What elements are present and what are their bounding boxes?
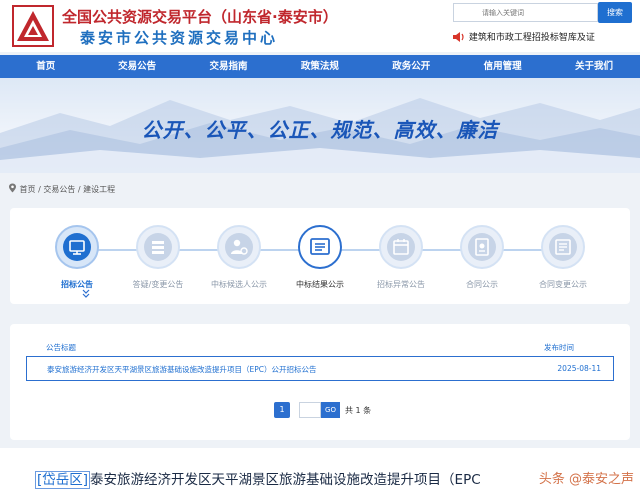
step-circle: [460, 225, 504, 269]
site-subtitle: 泰安市公共资源交易中心: [80, 29, 279, 47]
main-nav: 首页 交易公告 交易指南 政策法规 政务公开 信用管理 关于我们: [0, 55, 640, 78]
person-icon: [231, 239, 248, 255]
nav-item-about[interactable]: 关于我们: [548, 55, 639, 78]
announcement-date: 2025-08-11: [557, 364, 601, 373]
detail-headline: [岱岳区] 泰安旅游经济开发区天平湖景区旅游基础设施改造提升项目（EPC: [35, 468, 481, 489]
search-input[interactable]: [453, 3, 598, 22]
step-circle: [298, 225, 342, 269]
step-award-result[interactable]: 中标结果公示: [280, 225, 360, 290]
step-circle: [379, 225, 423, 269]
total-count: 共 1 条: [345, 406, 372, 415]
step-label: 中标结果公示: [296, 280, 344, 289]
column-header-title: 公告标题: [46, 343, 76, 352]
document-icon: [555, 239, 571, 255]
headline-text: 泰安旅游经济开发区天平湖景区旅游基础设施改造提升项目（EPC: [90, 472, 481, 488]
step-label: 答疑/变更公告: [132, 280, 184, 289]
step-exception[interactable]: 招标异常公告: [361, 225, 441, 290]
announcement-title-link[interactable]: 泰安旅游经济开发区天平湖景区旅游基础设施改造提升项目（EPC）公开招标公告: [47, 364, 317, 375]
search-button[interactable]: 搜索: [598, 2, 632, 23]
step-circle: [136, 225, 180, 269]
monitor-icon: [69, 240, 85, 255]
step-label: 合同变更公示: [539, 280, 587, 289]
site-title: 全国公共资源交易平台（山东省·泰安市）: [62, 8, 338, 26]
table-row[interactable]: 泰安旅游经济开发区天平湖景区旅游基础设施改造提升项目（EPC）公开招标公告 20…: [26, 356, 614, 381]
nav-item-guide[interactable]: 交易指南: [183, 55, 274, 78]
nav-item-credit[interactable]: 信用管理: [457, 55, 548, 78]
layers-icon: [152, 241, 164, 254]
location-pin-icon: [9, 183, 16, 193]
nav-item-policies[interactable]: 政策法规: [274, 55, 365, 78]
list-icon: [310, 238, 330, 255]
banner-slogan: 公开、公平、公正、规范、高效、廉洁: [141, 118, 499, 142]
step-label: 合同公示: [466, 280, 498, 289]
nav-item-notices[interactable]: 交易公告: [91, 55, 182, 78]
site-header: 全国公共资源交易平台（山东省·泰安市） 泰安市公共资源交易中心 搜索 建筑和市政…: [0, 0, 640, 52]
step-circle: [55, 225, 99, 269]
announcement-type-steps: 招标公告 答疑/变更公告 中标候选人公示 中标结果公示 招标异常公告 合同公示 …: [10, 208, 630, 304]
breadcrumb-text[interactable]: 首页 / 交易公告 / 建设工程: [20, 185, 116, 194]
site-logo[interactable]: [12, 5, 54, 47]
step-candidates[interactable]: 中标候选人公示: [199, 225, 279, 290]
speaker-icon: [453, 31, 464, 42]
contract-icon: [475, 238, 489, 256]
breadcrumb: 首页 / 交易公告 / 建设工程: [8, 183, 115, 195]
step-label: 招标公告: [61, 280, 93, 289]
announcement-marquee[interactable]: 建筑和市政工程招投标智库及证: [452, 30, 640, 46]
chevron-down-icon: [82, 289, 90, 298]
calendar-icon: [393, 239, 409, 255]
page-jump-input[interactable]: [299, 402, 321, 418]
announcement-table: 公告标题 发布时间 泰安旅游经济开发区天平湖景区旅游基础设施改造提升项目（EPC…: [10, 324, 630, 440]
step-qa-change[interactable]: 答疑/变更公告: [118, 225, 198, 290]
marquee-text: 建筑和市政工程招投标智库及证: [468, 33, 595, 43]
watermark: 头条 @泰安之声: [538, 472, 634, 487]
step-contract-change[interactable]: 合同变更公示: [523, 225, 603, 290]
step-label: 招标异常公告: [377, 280, 425, 289]
nav-item-home[interactable]: 首页: [0, 55, 91, 78]
nav-item-affairs[interactable]: 政务公开: [366, 55, 457, 78]
step-contract[interactable]: 合同公示: [442, 225, 522, 290]
district-tag: [岱岳区]: [35, 471, 91, 489]
step-bid-notice[interactable]: 招标公告: [37, 225, 117, 290]
hero-banner: 公开、公平、公正、规范、高效、廉洁: [0, 78, 640, 173]
detail-headline-area: [岱岳区] 泰安旅游经济开发区天平湖景区旅游基础设施改造提升项目（EPC 头条 @…: [0, 448, 640, 500]
column-header-date: 发布时间: [544, 343, 574, 352]
step-circle: [217, 225, 261, 269]
step-label: 中标候选人公示: [211, 280, 267, 289]
step-circle: [541, 225, 585, 269]
page-button-current[interactable]: 1: [274, 402, 290, 418]
page-go-button[interactable]: GO: [321, 402, 340, 418]
